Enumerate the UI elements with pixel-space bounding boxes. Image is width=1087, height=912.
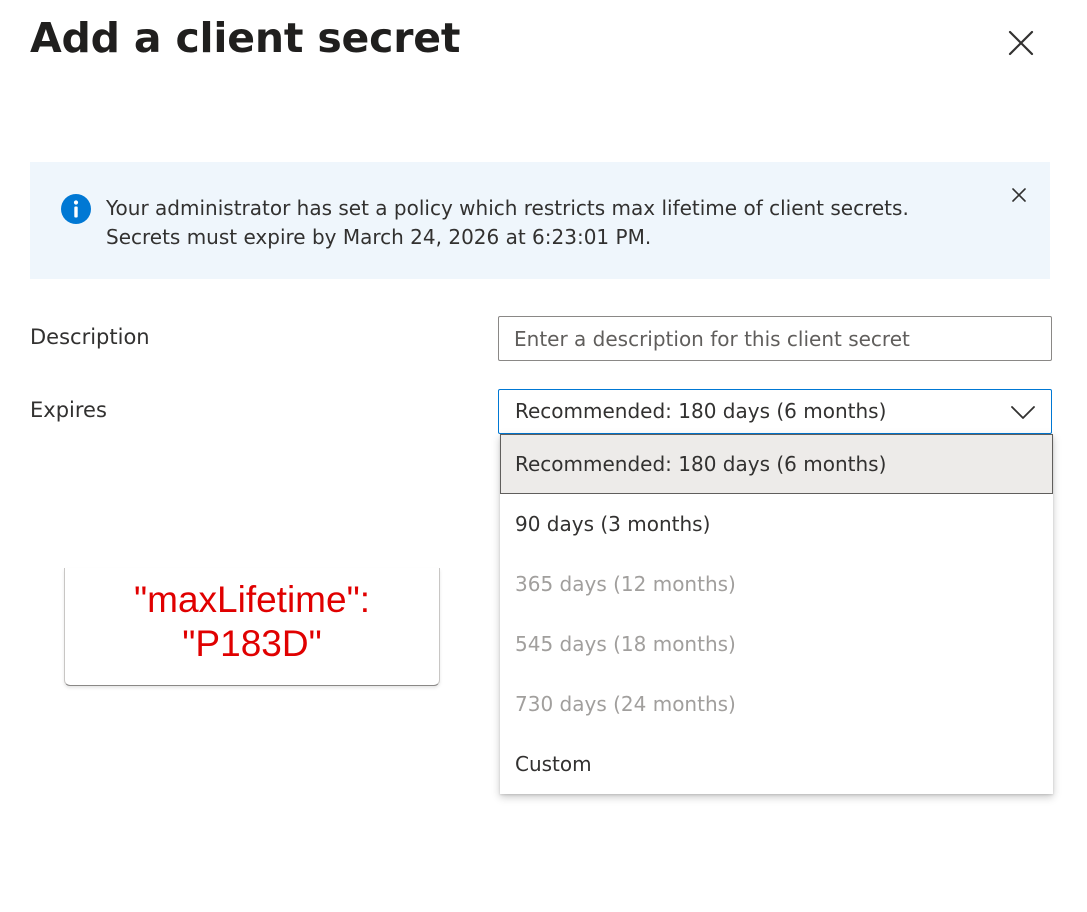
expires-option-180-days[interactable]: Recommended: 180 days (6 months) bbox=[500, 434, 1053, 494]
expires-option-730-days: 730 days (24 months) bbox=[515, 692, 736, 716]
description-label: Description bbox=[30, 325, 150, 349]
expires-label: Expires bbox=[30, 398, 107, 422]
annotation-line-1: "maxLifetime": bbox=[133, 579, 370, 620]
description-input[interactable] bbox=[498, 316, 1052, 361]
chevron-down-icon bbox=[1011, 406, 1035, 419]
close-dialog-button[interactable] bbox=[1004, 26, 1038, 60]
max-lifetime-annotation: "maxLifetime": "P183D" bbox=[64, 568, 440, 686]
expires-dropdown[interactable]: Recommended: 180 days (6 months) bbox=[498, 389, 1052, 434]
annotation-line-2: "P183D" bbox=[182, 623, 322, 664]
expires-option-545-days: 545 days (18 months) bbox=[515, 632, 736, 656]
expires-option-365-days: 365 days (12 months) bbox=[515, 572, 736, 596]
policy-info-banner: Your administrator has set a policy whic… bbox=[30, 162, 1050, 279]
info-icon bbox=[61, 194, 91, 224]
expires-option-90-days[interactable]: 90 days (3 months) bbox=[500, 494, 1053, 554]
policy-message: Your administrator has set a policy whic… bbox=[106, 196, 909, 249]
close-icon bbox=[1008, 30, 1034, 56]
expires-option-custom[interactable]: Custom bbox=[500, 734, 1053, 794]
expires-selected-value: Recommended: 180 days (6 months) bbox=[515, 399, 887, 423]
close-icon bbox=[1012, 188, 1026, 202]
dialog-title: Add a client secret bbox=[30, 14, 461, 62]
dismiss-banner-button[interactable] bbox=[1008, 184, 1030, 206]
expires-options-list: Recommended: 180 days (6 months) 90 days… bbox=[500, 434, 1053, 794]
